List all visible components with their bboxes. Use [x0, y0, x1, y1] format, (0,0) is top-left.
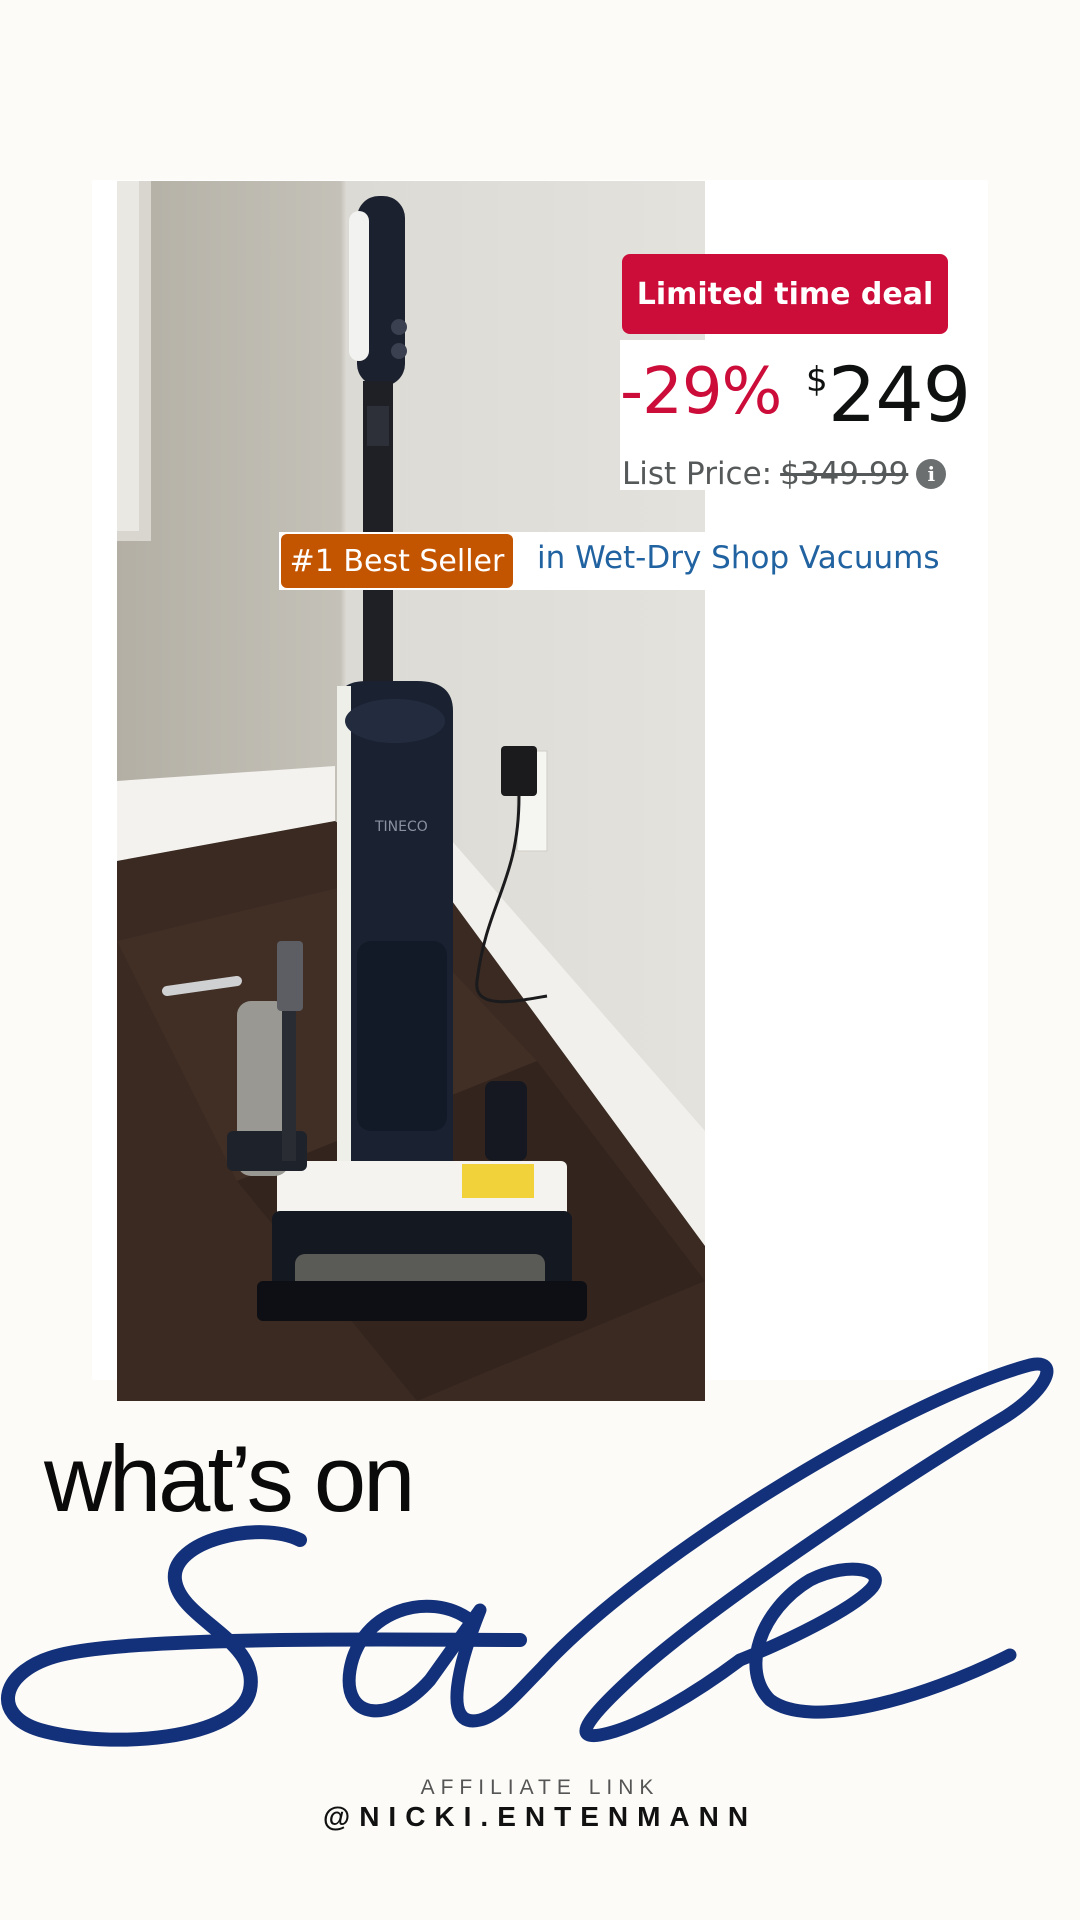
best-seller-category-link[interactable]: in Wet-Dry Shop Vacuums	[537, 540, 940, 576]
list-price-value: $349.99	[780, 456, 909, 492]
limited-time-deal-badge[interactable]: Limited time deal	[622, 254, 948, 334]
brand-mark: TINECO	[374, 819, 428, 835]
charger-plug	[501, 746, 537, 796]
currency-symbol: $	[806, 360, 828, 400]
vacuum-illustration: TINECO	[117, 181, 705, 1401]
list-price-row: List Price: $349.99 i	[622, 456, 947, 492]
best-seller-badge[interactable]: #1 Best Seller	[281, 534, 513, 588]
story-canvas: TINECO Limited time deal -29% $ 249 List…	[0, 0, 1080, 1920]
product-photo[interactable]: TINECO	[117, 181, 705, 1401]
spare-battery	[485, 1081, 527, 1161]
affiliate-disclosure: AFFILIATE LINK	[420, 1776, 660, 1799]
creator-handle[interactable]: @NICKI.ENTENMANN	[0, 1801, 1080, 1833]
info-icon[interactable]: i	[916, 459, 947, 489]
sale-price: 249	[828, 350, 971, 439]
discount-percent: -29%	[620, 355, 782, 429]
sale-script-lettering: sale	[1, 1357, 1054, 1747]
list-price-label: List Price:	[622, 456, 773, 492]
